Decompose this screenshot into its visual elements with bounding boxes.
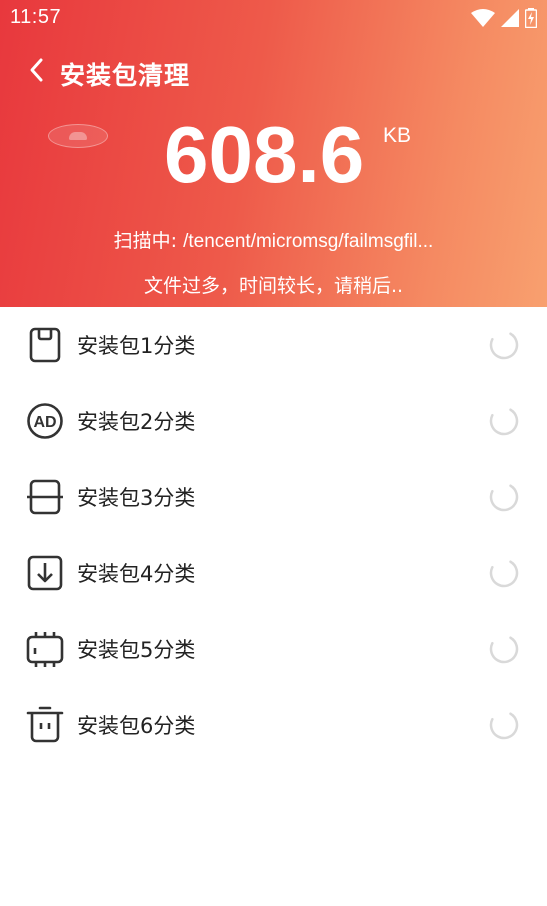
loading-spinner-icon xyxy=(489,634,519,664)
category-item-3[interactable]: 安装包3分类 xyxy=(0,459,547,535)
trash-bin-icon xyxy=(26,706,64,744)
category-item-5[interactable]: 安装包5分类 xyxy=(0,611,547,687)
scan-hint: 文件过多，时间较长，请稍后.. xyxy=(143,275,404,297)
scanned-size: 608.6 KB xyxy=(0,110,547,200)
page-title: 安装包清理 xyxy=(60,61,191,90)
status-icons xyxy=(471,8,537,28)
category-item-1[interactable]: 安装包1分类 xyxy=(0,307,547,383)
scan-status-path: /tencent/micromsg/failmsgfil... xyxy=(183,231,434,252)
category-item-2[interactable]: AD 安装包2分类 xyxy=(0,383,547,459)
loading-spinner-icon xyxy=(489,482,519,512)
category-item-4[interactable]: 安装包4分类 xyxy=(0,535,547,611)
svg-text:AD: AD xyxy=(33,414,56,431)
category-label: 安装包6分类 xyxy=(77,714,196,738)
category-list: 安装包1分类 AD 安装包2分类 安装包3分类 安装包4分类 安装包5分类 安装… xyxy=(0,307,547,763)
category-label: 安装包2分类 xyxy=(77,410,196,434)
scanned-size-value: 608.6 xyxy=(164,110,365,199)
status-bar: 11:57 xyxy=(0,0,547,36)
signal-icon xyxy=(501,9,519,27)
wifi-icon xyxy=(471,9,495,27)
scan-status: 扫描中: /tencent/micromsg/failmsgfil... xyxy=(0,226,547,253)
category-item-6[interactable]: 安装包6分类 xyxy=(0,687,547,763)
battery-charging-icon xyxy=(525,8,537,28)
scan-status-label: 扫描中: xyxy=(113,230,184,252)
download-box-icon xyxy=(26,554,64,592)
category-label: 安装包1分类 xyxy=(77,334,196,358)
ad-icon: AD xyxy=(26,402,64,440)
loading-spinner-icon xyxy=(489,558,519,588)
status-time: 11:57 xyxy=(10,6,62,28)
back-button[interactable] xyxy=(22,56,50,84)
sd-card-icon xyxy=(26,326,64,364)
square-divider-icon xyxy=(26,478,64,516)
loading-spinner-icon xyxy=(489,330,519,360)
scan-header: 11:57 安装包清理 608.6 KB 扫描中: /tencent/micro… xyxy=(0,0,547,307)
loading-spinner-icon xyxy=(489,406,519,436)
category-label: 安装包5分类 xyxy=(77,638,196,662)
loading-spinner-icon xyxy=(489,710,519,740)
chevron-left-icon xyxy=(30,58,43,82)
category-label: 安装包4分类 xyxy=(77,562,196,586)
chip-icon xyxy=(26,630,64,668)
category-label: 安装包3分类 xyxy=(77,486,196,510)
scanned-size-unit: KB xyxy=(383,124,412,147)
